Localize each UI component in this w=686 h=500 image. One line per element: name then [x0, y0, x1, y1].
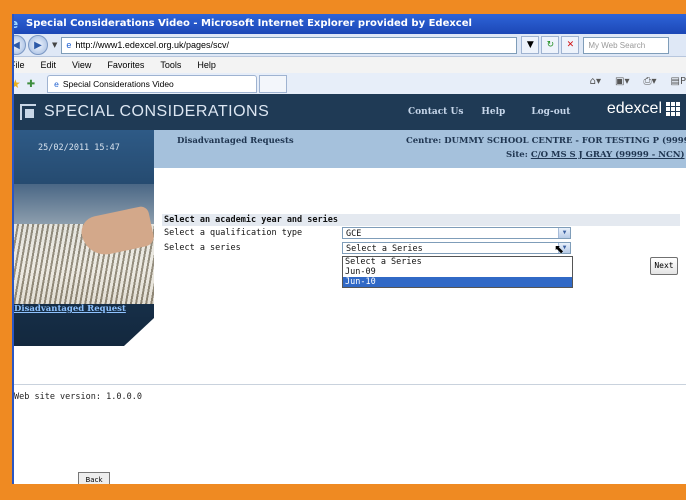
menu-file[interactable]: File — [14, 60, 25, 70]
site-link[interactable]: C/O MS S J GRAY (99999 - NCN) — [531, 150, 685, 160]
url-dropdown-icon[interactable]: ▼ — [521, 36, 540, 54]
mouse-cursor-icon: ⬉ — [554, 242, 565, 256]
window-titlebar: e Special Considerations Video - Microso… — [14, 14, 686, 34]
history-dropdown-icon[interactable]: ▼ — [52, 41, 57, 49]
series-option[interactable]: Jun-09 — [343, 267, 572, 277]
tab-page-icon: e — [54, 79, 59, 89]
series-select[interactable]: Select a Series ▼ — [342, 242, 571, 254]
stop-icon[interactable]: ✕ — [561, 36, 580, 54]
brand-text: edexcel — [606, 100, 662, 117]
series-option-highlighted[interactable]: Jun-10 — [343, 277, 572, 287]
centre-info: Centre: DUMMY SCHOOL CENTRE - FOR TESTIN… — [406, 136, 686, 146]
logo-icon — [20, 104, 36, 120]
sidebar-photo — [14, 184, 154, 304]
series-value: Select a Series — [346, 244, 423, 254]
chevron-down-icon[interactable]: ▼ — [558, 228, 570, 238]
site-prefix: Site: — [506, 150, 528, 160]
sidebar: 25/02/2011 15:47 Disadvantaged Request — [14, 130, 154, 346]
ie-icon: e — [14, 18, 22, 30]
qualification-value: GCE — [346, 229, 362, 239]
feeds-icon[interactable]: ▣▾ — [615, 76, 629, 87]
brand-grid-icon — [666, 102, 680, 116]
url-text: http://www1.edexcel.org.uk/pages/scv/ — [75, 39, 229, 50]
menu-tools[interactable]: Tools — [160, 60, 181, 70]
sidebar-item-disadvantaged-request[interactable]: Disadvantaged Request — [14, 304, 126, 314]
forward-nav-icon[interactable]: ▶ — [28, 35, 48, 55]
qualification-select[interactable]: GCE ▼ — [342, 227, 571, 239]
back-nav-icon[interactable]: ◀ — [14, 35, 26, 55]
tab-special-considerations[interactable]: e Special Considerations Video — [47, 75, 258, 93]
new-tab-button[interactable] — [259, 75, 288, 93]
menu-bar: File Edit View Favorites Tools Help — [14, 57, 686, 73]
page-menu-icon[interactable]: ▤P — [671, 76, 686, 87]
page-content: SPECIAL CONSIDERATIONS Contact Us Help L… — [14, 94, 686, 484]
site-version: Web site version: 1.0.0.0 — [14, 392, 142, 402]
next-button[interactable]: Next — [650, 257, 678, 275]
form-heading: Select an academic year and series — [162, 214, 680, 226]
datetime: 25/02/2011 15:47 — [38, 143, 120, 153]
divider — [14, 384, 686, 385]
window-title: Special Considerations Video - Microsoft… — [26, 18, 472, 29]
series-form: Select an academic year and series Selec… — [162, 214, 686, 288]
series-option[interactable]: Select a Series — [343, 257, 572, 267]
address-bar: ◀ ▶ ▼ e http://www1.edexcel.org.uk/pages… — [14, 34, 686, 57]
page-icon: e — [66, 39, 72, 50]
refresh-icon[interactable]: ↻ — [541, 36, 560, 54]
logout-link[interactable]: Log-out — [531, 107, 570, 117]
url-field[interactable]: e http://www1.edexcel.org.uk/pages/scv/ — [61, 36, 518, 54]
favorites-star-icon[interactable]: ★ — [14, 77, 21, 91]
page-title: Disadvantaged Requests — [177, 136, 294, 146]
menu-help[interactable]: Help — [197, 60, 216, 70]
edexcel-logo: edexcel — [607, 100, 680, 118]
tab-label: Special Considerations Video — [62, 79, 174, 89]
contact-us-link[interactable]: Contact Us — [408, 107, 463, 117]
add-favorites-icon[interactable]: ✚ — [27, 79, 35, 90]
info-strip: Disadvantaged Requests Centre: DUMMY SCH… — [154, 130, 686, 168]
tab-bar: ★ ✚ e Special Considerations Video ⌂▾ ▣▾… — [14, 73, 686, 96]
qualification-label: Select a qualification type — [164, 228, 303, 238]
series-label: Select a series — [164, 243, 241, 253]
help-link[interactable]: Help — [481, 107, 505, 117]
series-dropdown-list: Select a Series Jun-09 Jun-10 — [342, 256, 573, 288]
site-title: SPECIAL CONSIDERATIONS — [44, 103, 270, 120]
orange-frame: e Special Considerations Video - Microso… — [0, 0, 686, 500]
menu-view[interactable]: View — [72, 60, 91, 70]
browser-window: e Special Considerations Video - Microso… — [12, 14, 686, 484]
back-button[interactable]: Back — [78, 472, 110, 484]
site-header: SPECIAL CONSIDERATIONS Contact Us Help L… — [14, 94, 686, 130]
print-icon[interactable]: ⎙▾ — [643, 76, 656, 87]
menu-favorites[interactable]: Favorites — [107, 60, 144, 70]
home-icon[interactable]: ⌂▾ — [590, 76, 601, 87]
site-info: Site: C/O MS S J GRAY (99999 - NCN) — [506, 150, 685, 160]
search-input[interactable]: My Web Search — [583, 36, 670, 54]
menu-edit[interactable]: Edit — [41, 60, 57, 70]
